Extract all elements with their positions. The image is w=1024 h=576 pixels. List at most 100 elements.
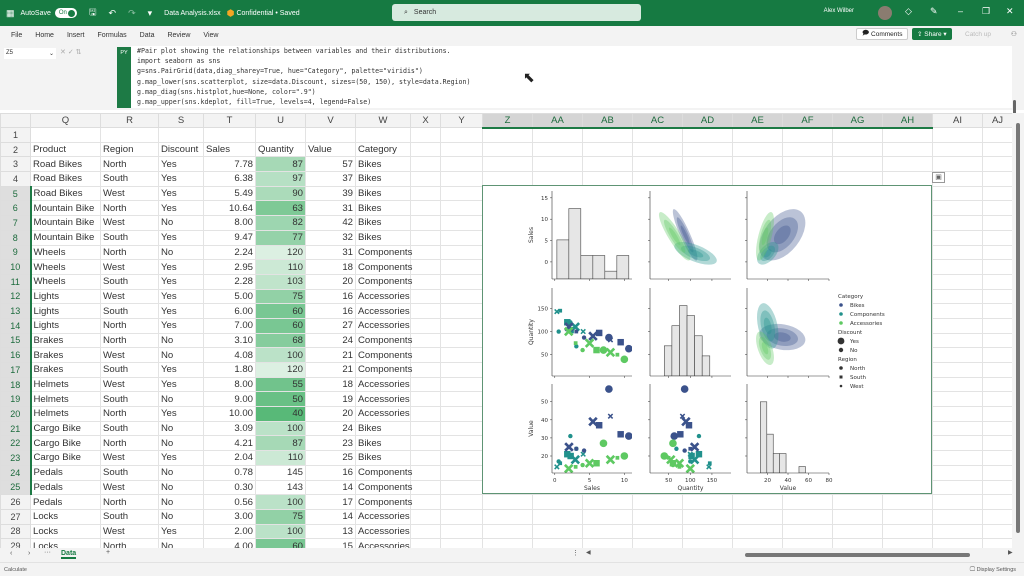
row-header[interactable]: 22	[0, 435, 32, 452]
cell[interactable]: 57	[305, 156, 356, 173]
cell[interactable]: Pedals	[30, 479, 101, 496]
cell[interactable]: North	[100, 156, 159, 173]
cell[interactable]	[582, 538, 633, 548]
cell[interactable]	[532, 141, 583, 158]
cell[interactable]	[982, 244, 1012, 261]
cell[interactable]	[882, 494, 933, 510]
cell[interactable]	[732, 127, 783, 143]
cell[interactable]: Yes	[158, 317, 204, 334]
cell[interactable]: 120	[255, 244, 306, 261]
cell[interactable]: 0.78	[203, 464, 256, 481]
cell[interactable]: Yes	[158, 185, 204, 202]
cell[interactable]	[410, 538, 441, 548]
avatar[interactable]	[878, 6, 892, 20]
cell[interactable]	[782, 141, 833, 158]
cell[interactable]: Yes	[158, 362, 204, 378]
cell[interactable]: Yes	[158, 450, 204, 466]
cell[interactable]: Mountain Bike	[30, 215, 101, 231]
cell[interactable]: 5.49	[203, 185, 256, 202]
cell[interactable]: Road Bikes	[30, 185, 101, 202]
horizontal-scrollbar[interactable]	[585, 552, 1005, 558]
cell[interactable]: Bikes	[355, 200, 411, 217]
cell[interactable]	[682, 538, 733, 548]
cell[interactable]: North	[100, 244, 159, 261]
cell[interactable]: South	[100, 508, 159, 525]
cell[interactable]	[932, 215, 983, 231]
scroll-right-icon[interactable]: ▶	[1008, 549, 1013, 556]
cell[interactable]	[582, 127, 633, 143]
cell[interactable]: Lights	[30, 317, 101, 334]
cell[interactable]: 20	[305, 406, 356, 422]
column-header-ac[interactable]: AC	[632, 113, 683, 129]
cell[interactable]	[832, 127, 883, 143]
cell[interactable]: 16	[305, 303, 356, 319]
cell[interactable]: Locks	[30, 523, 101, 540]
cell[interactable]	[100, 127, 159, 143]
row-header[interactable]: 25	[0, 479, 32, 496]
cell[interactable]	[982, 464, 1012, 481]
cell[interactable]: Components	[355, 259, 412, 275]
cell[interactable]: 21	[305, 347, 356, 363]
column-header-v[interactable]: V	[305, 113, 356, 128]
cell[interactable]	[932, 508, 983, 525]
display-settings-button[interactable]: 🖵 Display Settings	[970, 567, 1016, 574]
row-header[interactable]: 19	[0, 391, 32, 408]
cell[interactable]	[440, 523, 483, 540]
cell[interactable]: 3.09	[203, 420, 256, 437]
cell[interactable]	[410, 494, 441, 510]
cell[interactable]	[440, 273, 483, 290]
row-header[interactable]: 26	[0, 494, 31, 510]
cell[interactable]	[782, 523, 833, 540]
cell[interactable]: West	[100, 523, 159, 540]
row-header[interactable]: 2	[0, 141, 31, 158]
cell[interactable]	[410, 391, 441, 408]
cell[interactable]: Components	[355, 332, 412, 349]
cell[interactable]: 9.00	[203, 391, 256, 408]
picture-in-cell-icon[interactable]: ▣	[932, 172, 945, 183]
cell[interactable]: No	[158, 215, 204, 231]
cell[interactable]	[255, 127, 306, 143]
cancel-icon[interactable]: ✕	[60, 49, 66, 56]
cell[interactable]: 2.04	[203, 450, 256, 466]
cell[interactable]	[410, 317, 441, 334]
header-cell[interactable]: Value	[305, 141, 356, 158]
cell[interactable]	[782, 508, 833, 525]
cell[interactable]	[532, 494, 583, 510]
cell[interactable]: North	[100, 317, 159, 334]
cell[interactable]	[932, 200, 983, 217]
column-header-aa[interactable]: AA	[532, 113, 583, 129]
column-header-ab[interactable]: AB	[582, 113, 633, 129]
cell[interactable]	[782, 127, 833, 143]
cell[interactable]	[982, 494, 1012, 510]
cell[interactable]: 50	[255, 391, 306, 408]
cell[interactable]	[410, 156, 441, 173]
cell[interactable]: Brakes	[30, 332, 101, 349]
column-header-s[interactable]: S	[158, 113, 204, 128]
cell[interactable]: Cargo Bike	[30, 450, 101, 466]
row-header[interactable]: 21	[0, 420, 32, 437]
row-header[interactable]: 18	[0, 376, 32, 393]
row-header[interactable]: 1	[0, 127, 31, 143]
cell[interactable]: 1.80	[203, 362, 256, 378]
cell[interactable]: Yes	[158, 229, 204, 246]
confirm-icon[interactable]: ✓	[68, 49, 74, 56]
cell[interactable]	[832, 508, 883, 525]
menu-view[interactable]: View	[203, 32, 218, 39]
cell[interactable]	[532, 538, 583, 548]
cell[interactable]	[532, 127, 583, 143]
cell[interactable]	[982, 141, 1012, 158]
cell[interactable]	[410, 479, 441, 496]
row-header[interactable]: 28	[0, 523, 31, 540]
cell[interactable]	[632, 127, 683, 143]
cell[interactable]: 60	[255, 538, 306, 548]
cell[interactable]	[410, 435, 441, 452]
cell[interactable]	[982, 215, 1012, 231]
cell[interactable]	[632, 141, 683, 158]
undo-icon[interactable]: ↶	[109, 8, 117, 19]
cell[interactable]: Accessories	[355, 538, 411, 548]
cell[interactable]	[932, 420, 983, 437]
status-calculate[interactable]: Calculate	[4, 567, 27, 573]
cell[interactable]: West	[100, 288, 159, 305]
cell[interactable]: No	[158, 347, 204, 363]
cell[interactable]	[982, 376, 1012, 393]
